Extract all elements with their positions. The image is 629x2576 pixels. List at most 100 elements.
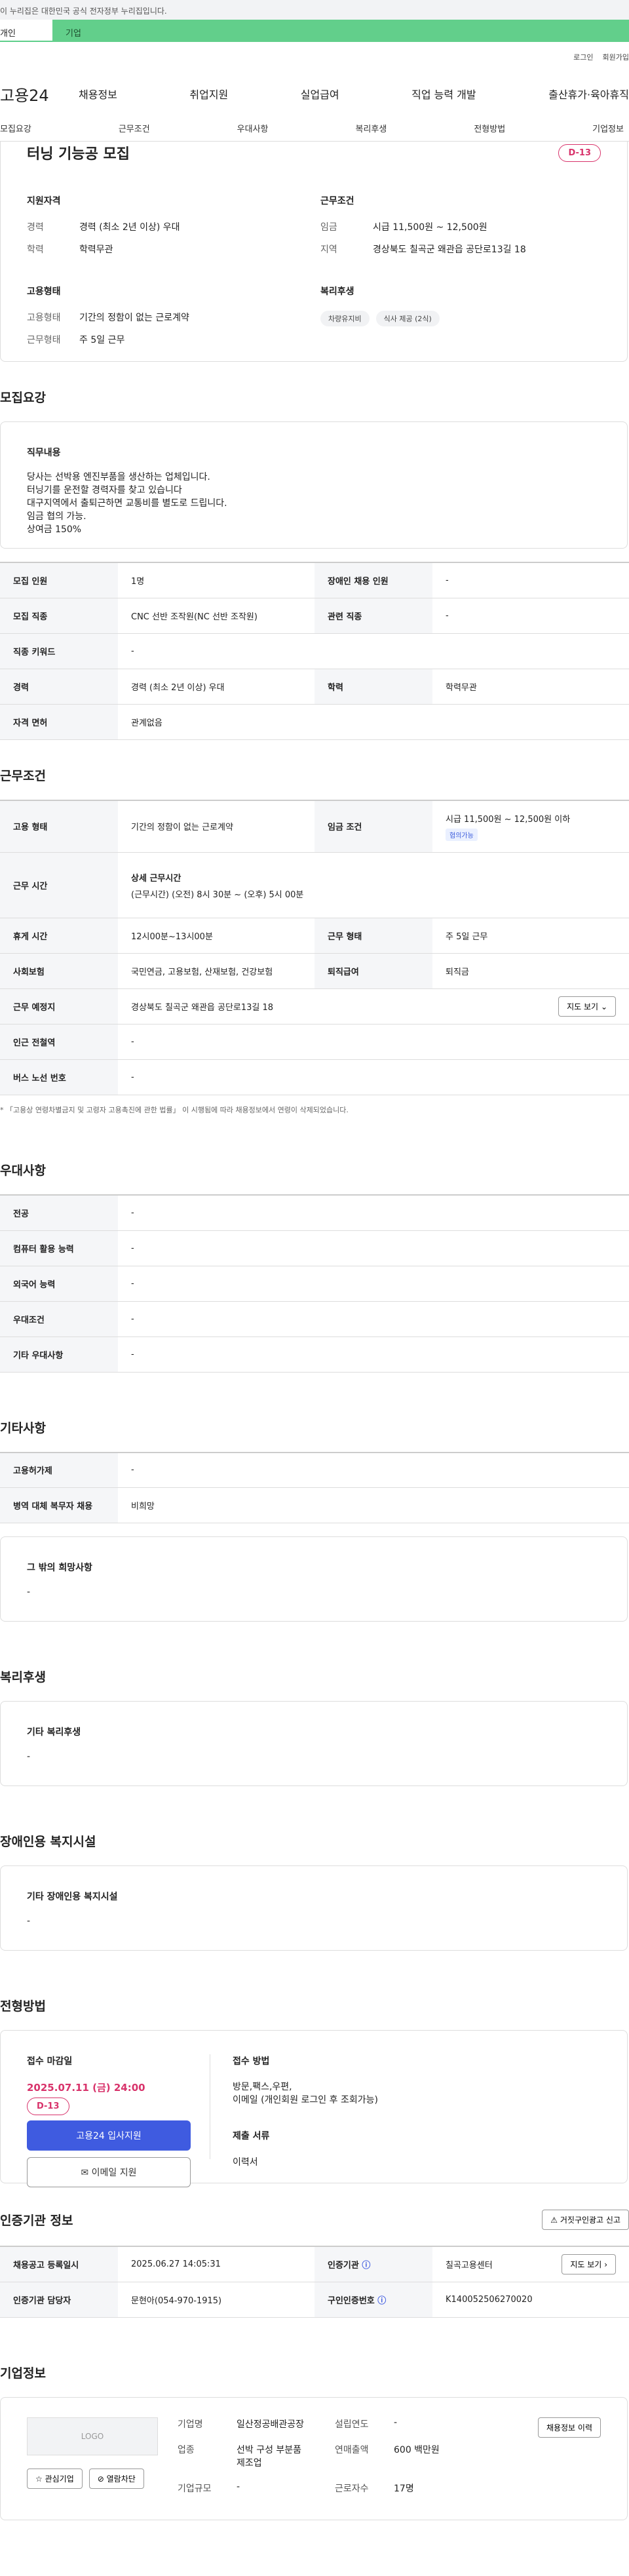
disabled-section-title: 장애인용 복지시설 (0, 1835, 96, 1849)
table-row: 버스 노선 번호 - (0, 1059, 629, 1095)
company-section-title: 기업정보 (0, 2366, 46, 2381)
work-title: 근무조건 (320, 196, 354, 206)
table-row: 우대조건 - (0, 1301, 629, 1337)
duty-line: 당사는 선박용 엔진부품을 생산하는 업체입니다. (27, 472, 210, 482)
other-wish-card: 그 밖의 희망사항 - (0, 1536, 628, 1622)
welfare-block: 복리후생 차량유지비 식사 제공 (2식) (320, 284, 601, 355)
mail-icon: ✉ (81, 2168, 92, 2178)
tab-prefer[interactable]: 우대사항 (237, 122, 269, 134)
gnb-item[interactable]: 채용정보 (79, 86, 117, 102)
global-nav: 고용24 채용정보 취업지원 실업급여 직업 능력 개발 출산휴가·육아휴직 (0, 72, 629, 115)
employment-block: 고용형태 고용형태 기간의 정함이 없는 근로계약 근무형태 주 5일 근무 (27, 284, 307, 355)
tab-welfare[interactable]: 복리후생 (355, 122, 387, 134)
gnb-item[interactable]: 직업 능력 개발 (411, 86, 476, 102)
table-row: 고용허가제 - (0, 1452, 629, 1488)
table-row: 근무 예정지 경상북도 칠곡군 왜관읍 공단로13길 18 지도 보기 ⌄ (0, 988, 629, 1025)
welfare-section-title: 복리후생 (0, 1670, 46, 1685)
job-summary-card: 터닝 기능공 모집 D-13 지원자격 경력 경력 (최소 2년 이상) 우대 학… (0, 142, 628, 362)
welfare-box-value: - (27, 1751, 31, 1762)
gnb-item[interactable]: 실업급여 (301, 86, 339, 102)
table-row: 모집 직종 CNC 선반 조작원(NC 선반 조작원) 관련 직종 - (0, 598, 629, 634)
company-logo-area: LOGO ☆ 관심기업 ⊘ 열람차단 (27, 2417, 158, 2500)
duty-card: 직무내용 당사는 선박용 엔진부품을 생산하는 업체입니다. 터닝기를 운전할 … (0, 421, 628, 549)
deadline-title: 접수 마감일 (27, 2056, 73, 2067)
table-row: 전공 - (0, 1195, 629, 1231)
section-tabs: 모집요강 근무조건 우대사항 복리후생 전형방법 기업정보 (0, 115, 629, 142)
user-type-bar: 개인 기업 (0, 20, 629, 42)
table-row: 휴게 시간 12시00분~13시00분 근무 형태 주 5일 근무 (0, 918, 629, 954)
table-row: 컴퓨터 활용 능력 - (0, 1230, 629, 1266)
etc-section-title: 기타사항 (0, 1420, 46, 1435)
recruit-section-title: 모집요강 (0, 391, 46, 405)
docs-title: 제출 서류 (233, 2131, 270, 2141)
location-value: 경상북도 칠곡군 왜관읍 공단로13길 18 (131, 1003, 274, 1013)
table-row: 인근 전철역 - (0, 1024, 629, 1060)
org-table: 채용공고 등록일시 2025.06.27 14:05:31 인증기관 ⓘ 칠곡고용센터… (0, 2246, 629, 2318)
table-row: 자격 면허 관계없음 (0, 704, 629, 740)
chevron-down-icon: ⌄ (600, 1002, 607, 1011)
star-icon: ☆ (35, 2474, 45, 2484)
summary-row: 임금 시급 11,500원 ~ 12,500원 (320, 222, 487, 233)
summary-grid: 지원자격 경력 경력 (최소 2년 이상) 우대 학력 학력무관 근무조건 임금 시급… (27, 194, 601, 355)
login-link[interactable]: 로그인 (573, 52, 593, 62)
hours-title: 상세 근무시간 (131, 873, 181, 884)
welfare-chips: 차량유지비 식사 제공 (2식) (320, 311, 601, 326)
hours-value: (근무시간) (오전) 8시 30분 ~ (오후) 5시 00분 (131, 889, 304, 900)
table-row: 채용공고 등록일시 2025.06.27 14:05:31 인증기관 ⓘ 칠곡고용센터… (0, 2246, 629, 2282)
gnb-item[interactable]: 취업지원 (189, 86, 228, 102)
welfare-card: 기타 복리후생 - (0, 1701, 628, 1786)
tab-conditions[interactable]: 근무조건 (119, 122, 150, 134)
summary-row: 경력 경력 (최소 2년 이상) 우대 (27, 222, 180, 233)
gov-notice: 이 누리집은 대한민국 공식 전자정부 누리집입니다. (0, 7, 167, 16)
org-map-button[interactable]: 지도 보기 › (562, 2254, 616, 2274)
dday-badge: D-13 (27, 2098, 69, 2115)
duty-line: 상여금 150% (27, 524, 82, 535)
docs-value: 이력서 (233, 2157, 258, 2168)
table-row: 직종 키워드 - (0, 633, 629, 669)
duty-title: 직무내용 (27, 448, 61, 458)
duty-line: 임금 협의 가능. (27, 511, 86, 522)
org-section-title: 인증기관 정보 (0, 2214, 73, 2228)
prefer-table: 전공 - 컴퓨터 활용 능력 - 외국어 능력 - 우대조건 - 기타 우대사항 - (0, 1194, 629, 1373)
join-link[interactable]: 회원가입 (603, 52, 629, 62)
tab-recruit[interactable]: 모집요강 (0, 122, 31, 134)
brand-logo[interactable]: 고용24 (0, 83, 79, 106)
apply-button[interactable]: 고용24 입사지원 (27, 2120, 191, 2151)
other-wish-title: 그 밖의 희망사항 (27, 1563, 92, 1573)
negotiable-badge: 협의가능 (446, 828, 478, 841)
info-icon[interactable]: ⓘ (377, 2296, 386, 2306)
method-title: 접수 방법 (233, 2056, 270, 2067)
gnb-menu: 채용정보 취업지원 실업급여 직업 능력 개발 출산휴가·육아휴직 (79, 86, 629, 102)
tab-company[interactable]: 기업정보 (592, 122, 624, 134)
info-icon[interactable]: ⓘ (362, 2261, 370, 2271)
conditions-section-title: 근무조건 (0, 768, 46, 783)
block-company-button[interactable]: ⊘ 열람차단 (88, 2468, 144, 2489)
summary-row: 학력 학력무관 (27, 244, 113, 255)
job-title: 터닝 기능공 모집 (27, 146, 130, 163)
employment-title: 고용형태 (27, 286, 61, 297)
prefer-section-title: 우대사항 (0, 1163, 46, 1178)
apply-card: 접수 마감일 2025.07.11 (금) 24:00 D-13 고용24 입사… (0, 2030, 628, 2187)
welfare-chip: 식사 제공 (2식) (375, 311, 440, 326)
hiring-history-button[interactable]: 채용정보 이력 (537, 2417, 601, 2438)
tab-apply[interactable]: 전형방법 (474, 122, 505, 134)
table-row: 경력 경력 (최소 2년 이상) 우대 학력 학력무관 (0, 669, 629, 705)
summary-row: 고용형태 기간의 정함이 없는 근로계약 (27, 313, 189, 323)
disabled-card: 기타 장애인용 복지시설 - (0, 1865, 628, 1951)
deadline-value: 2025.07.11 (금) 24:00 (27, 2082, 145, 2094)
favorite-company-button[interactable]: ☆ 관심기업 (27, 2468, 83, 2489)
report-button[interactable]: ⚠ 거짓구인광고 신고 (542, 2210, 629, 2230)
wage-value: 시급 11,500원 ~ 12,500원 이하 (446, 814, 571, 825)
summary-row: 근무형태 주 5일 근무 (27, 335, 125, 345)
gnb-item[interactable]: 출산휴가·육아휴직 (548, 86, 629, 102)
map-button[interactable]: 지도 보기 ⌄ (558, 996, 616, 1017)
tab-company[interactable]: 기업 (52, 20, 629, 42)
welfare-box-title: 기타 복리후생 (27, 1727, 81, 1738)
company-info-grid: 기업명 일산정공배관공장 설립연도 - 업종 선박 구성 부분품 제조업 연매출액 600… (178, 2417, 440, 2495)
disabled-box-title: 기타 장애인용 복지시설 (27, 1892, 118, 1902)
tab-individual[interactable]: 개인 (0, 20, 52, 42)
company-buttons: ☆ 관심기업 ⊘ 열람차단 (27, 2468, 158, 2489)
company-card: LOGO ☆ 관심기업 ⊘ 열람차단 기업명 일산정공배관공장 설립연도 - 업종 선… (0, 2396, 628, 2520)
age-note: * 「고용상 연령차별금지 및 고령자 고용촉진에 관한 법률」 이 시행됨에 … (0, 1106, 349, 1114)
email-apply-button[interactable]: ✉ 이메일 지원 (27, 2157, 191, 2187)
